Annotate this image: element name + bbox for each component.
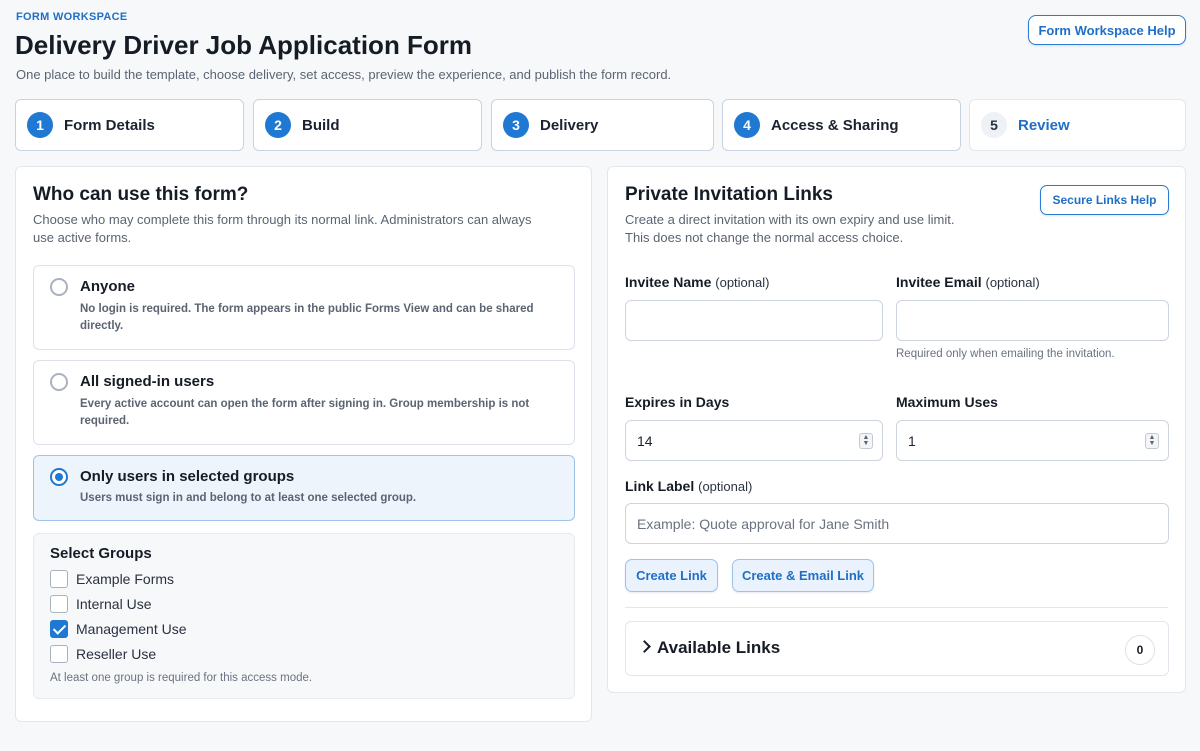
- step-delivery[interactable]: 3 Delivery: [491, 99, 714, 151]
- step-label: Build: [302, 116, 340, 134]
- invitee-name-label: Invitee Name (optional): [625, 274, 769, 290]
- group-example-forms[interactable]: Example Forms: [50, 569, 174, 589]
- number-spinner-icon[interactable]: ▲ ▼: [1145, 433, 1159, 449]
- step-access-sharing[interactable]: 4 Access & Sharing: [722, 99, 961, 151]
- max-uses-label: Maximum Uses: [896, 394, 998, 410]
- secure-links-help-button[interactable]: Secure Links Help: [1040, 185, 1169, 215]
- step-number: 2: [265, 112, 291, 138]
- optional-tag: (optional): [985, 275, 1040, 290]
- invitee-email-label: Invitee Email (optional): [896, 274, 1040, 290]
- checkbox-label: Example Forms: [76, 571, 175, 587]
- option-description: Users must sign in and belong to at leas…: [80, 492, 417, 504]
- select-groups-box: Select Groups Example Forms Internal Use…: [33, 533, 575, 699]
- access-description: Choose who may complete this form throug…: [33, 212, 532, 245]
- groups-title: Select Groups: [50, 545, 152, 562]
- expires-label: Expires in Days: [625, 394, 730, 410]
- count-badge: 0: [1125, 635, 1155, 665]
- number-spinner-icon[interactable]: ▲ ▼: [859, 433, 873, 449]
- expires-value: 14: [637, 432, 653, 449]
- checkbox[interactable]: [50, 570, 68, 588]
- step-build[interactable]: 2 Build: [253, 99, 482, 151]
- option-title: All signed-in users: [80, 373, 215, 390]
- checkbox-label: Management Use: [76, 621, 187, 637]
- form-workspace-help-button[interactable]: Form Workspace Help: [1028, 15, 1186, 45]
- available-links-title: Available Links: [657, 638, 781, 657]
- email-hint: Required only when emailing the invitati…: [896, 348, 1115, 360]
- chevron-right-icon[interactable]: [638, 640, 651, 653]
- group-internal-use[interactable]: Internal Use: [50, 594, 151, 614]
- step-label: Access & Sharing: [771, 116, 899, 134]
- step-label: Review: [1018, 116, 1070, 134]
- step-number: 1: [27, 112, 53, 138]
- step-form-details[interactable]: 1 Form Details: [15, 99, 244, 151]
- checkbox-label: Internal Use: [76, 596, 152, 612]
- label-text: Link Label: [625, 478, 695, 494]
- divider: [625, 607, 1168, 608]
- group-management-use[interactable]: Management Use: [50, 619, 187, 639]
- radio-button-selected[interactable]: [50, 468, 68, 486]
- page-subtitle: One place to build the template, choose …: [16, 67, 672, 82]
- step-label: Form Details: [64, 116, 155, 134]
- step-label: Delivery: [540, 116, 599, 134]
- invitee-email-input[interactable]: [896, 300, 1169, 341]
- optional-tag: (optional): [715, 275, 770, 290]
- option-description: Every active account can open the form a…: [80, 398, 530, 427]
- eyebrow-label: FORM WORKSPACE: [16, 11, 128, 23]
- checkbox-label: Reseller Use: [76, 646, 157, 662]
- checkbox[interactable]: [50, 595, 68, 613]
- max-uses-value: 1: [908, 432, 916, 449]
- access-panel: Who can use this form? Choose who may co…: [15, 166, 592, 722]
- step-navigation: 1 Form Details 2 Build 3 Delivery 4 Acce…: [0, 99, 1200, 151]
- invitation-panel: Private Invitation Links Create a direct…: [607, 166, 1186, 693]
- optional-tag: (optional): [698, 479, 753, 494]
- group-reseller-use[interactable]: Reseller Use: [50, 644, 156, 664]
- option-title: Only users in selected groups: [80, 468, 295, 485]
- create-email-link-button[interactable]: Create & Email Link: [732, 559, 874, 592]
- page-title: Delivery Driver Job Application Form: [15, 30, 473, 60]
- step-number: 5: [981, 112, 1007, 138]
- invitee-name-input[interactable]: [625, 300, 883, 341]
- step-review[interactable]: 5 Review: [969, 99, 1186, 151]
- option-title: Anyone: [80, 278, 136, 295]
- link-label-label: Link Label (optional): [625, 478, 752, 494]
- max-uses-input[interactable]: 1 ▲ ▼: [896, 420, 1169, 461]
- link-label-input[interactable]: Example: Quote approval for Jane Smith: [625, 503, 1169, 544]
- access-option-anyone[interactable]: Anyone No login is required. The form ap…: [33, 265, 575, 350]
- option-description: No login is required. The form appears i…: [80, 303, 534, 332]
- checkbox[interactable]: [50, 645, 68, 663]
- access-option-selected-groups[interactable]: Only users in selected groups Users must…: [33, 455, 575, 521]
- invitation-description-2: This does not change the normal access c…: [625, 230, 904, 245]
- radio-button[interactable]: [50, 278, 68, 296]
- groups-note: At least one group is required for this …: [50, 672, 313, 684]
- invitation-description-1: Create a direct invitation with its own …: [625, 212, 955, 227]
- label-text: Invitee Name: [625, 274, 712, 290]
- expires-days-input[interactable]: 14 ▲ ▼: [625, 420, 883, 461]
- step-number: 4: [734, 112, 760, 138]
- available-links-section[interactable]: Available Links 0: [625, 621, 1169, 676]
- checkbox-checked[interactable]: [50, 620, 68, 638]
- invitation-title: Private Invitation Links: [625, 184, 833, 205]
- access-option-signed-in[interactable]: All signed-in users Every active account…: [33, 360, 575, 445]
- radio-button[interactable]: [50, 373, 68, 391]
- step-number: 3: [503, 112, 529, 138]
- access-title: Who can use this form?: [33, 184, 249, 205]
- create-link-button[interactable]: Create Link: [625, 559, 718, 592]
- label-text: Invitee Email: [896, 274, 982, 290]
